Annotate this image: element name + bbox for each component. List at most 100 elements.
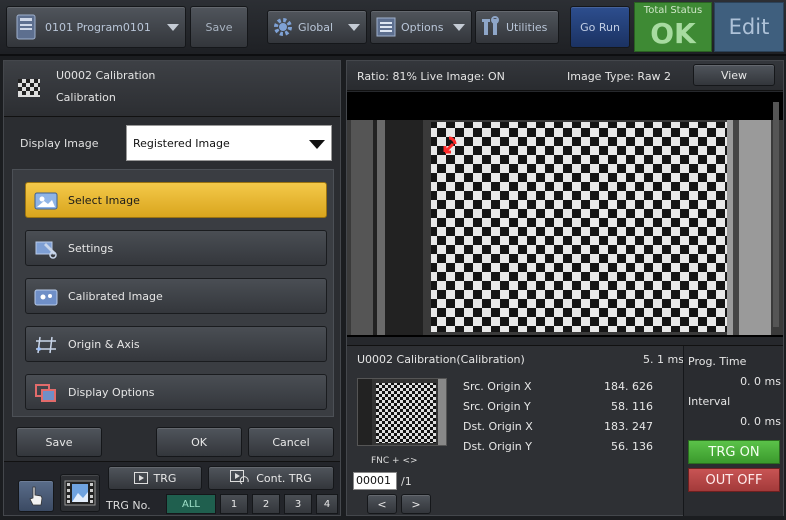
- image-info-bar: Ratio: 81% Live Image: ON Image Type: Ra…: [347, 61, 783, 91]
- program-icon: [16, 14, 36, 40]
- unit-title: U0002 Calibration: [56, 69, 156, 82]
- chevron-down-icon: [348, 24, 360, 31]
- display-options-icon: [35, 384, 56, 402]
- edit-mode-button[interactable]: Edit: [714, 2, 784, 52]
- origin-axis-button[interactable]: Origin & Axis: [25, 326, 327, 362]
- ratio-live-status: Ratio: 81% Live Image: ON: [357, 70, 505, 83]
- result-thumbnail[interactable]: [357, 378, 447, 446]
- view-button[interactable]: View: [693, 64, 775, 86]
- select-image-icon: [34, 192, 58, 210]
- trigger-label: TRG: [153, 471, 177, 485]
- hand-pointer-icon: [29, 486, 43, 506]
- result-table: Src. Origin X 184. 626 Src. Origin Y 58.…: [463, 378, 653, 458]
- result-value: 56. 136: [611, 440, 653, 453]
- list-icon: [376, 17, 396, 37]
- display-image-value: Registered Image: [133, 136, 230, 150]
- settings-icon: [35, 241, 57, 259]
- result-row: Src. Origin Y 58. 116: [463, 398, 653, 418]
- continuous-trigger-button[interactable]: Cont. TRG: [208, 466, 334, 490]
- fnc-number-input[interactable]: 00001: [353, 472, 397, 490]
- continuous-trigger-label: Cont. TRG: [256, 471, 312, 485]
- checkerboard-icon: [18, 79, 40, 97]
- trigger-button[interactable]: TRG: [108, 466, 202, 490]
- result-row: Src. Origin X 184. 626: [463, 378, 653, 398]
- touch-mode-button[interactable]: [18, 480, 54, 512]
- select-image-button[interactable]: Select Image: [25, 182, 327, 218]
- interval-value: 0. 0 ms: [740, 415, 781, 428]
- display-image-label: Display Image: [20, 137, 99, 150]
- trg-on-button[interactable]: TRG ON: [688, 440, 780, 464]
- interval-label: Interval: [688, 395, 731, 408]
- repeat-play-icon: [230, 470, 249, 485]
- origin-axis-icon: [36, 336, 56, 354]
- trigger-number-label: TRG No.: [106, 499, 151, 512]
- settings-button[interactable]: Settings: [25, 230, 327, 266]
- fnc-label: FNC + <>: [371, 456, 418, 466]
- play-icon: [133, 472, 148, 484]
- out-off-button[interactable]: OUT OFF: [688, 468, 780, 492]
- unit-subtitle: Calibration: [56, 91, 116, 104]
- camera-image-viewer[interactable]: [347, 92, 783, 337]
- top-toolbar: 0101 Program0101 Save Global Options Uti…: [0, 0, 786, 56]
- camera-image: [347, 92, 783, 337]
- select-image-label: Select Image: [68, 193, 140, 207]
- save-button[interactable]: Save: [16, 427, 102, 457]
- display-options-label: Display Options: [68, 385, 155, 399]
- result-row: Dst. Origin Y 56. 136: [463, 438, 653, 458]
- thumbnail-image: [358, 379, 446, 445]
- go-run-button[interactable]: Go Run: [570, 6, 630, 48]
- result-name: Dst. Origin X: [463, 420, 533, 433]
- fnc-total: /1: [401, 475, 412, 488]
- utilities-menu-button[interactable]: Utilities: [475, 10, 559, 44]
- options-label: Options: [401, 20, 444, 34]
- prog-time-label: Prog. Time: [688, 355, 747, 368]
- trigger-number-all[interactable]: ALL: [166, 494, 216, 514]
- result-value: 183. 247: [604, 420, 653, 433]
- settings-panel: U0002 Calibration Calibration Display Im…: [3, 60, 341, 516]
- prog-time-value: 0. 0 ms: [740, 375, 781, 388]
- trigger-number-4[interactable]: 4: [316, 494, 338, 514]
- result-value: 58. 116: [611, 400, 653, 413]
- chevron-down-icon: [309, 140, 325, 149]
- total-status-label: Total Status: [643, 5, 703, 16]
- gear-icon: [274, 18, 292, 36]
- image-view-button[interactable]: [60, 474, 100, 512]
- result-row: Dst. Origin X 183. 247: [463, 418, 653, 438]
- next-button[interactable]: >: [401, 494, 431, 514]
- ok-button[interactable]: OK: [156, 427, 242, 457]
- utilities-label: Utilities: [506, 20, 548, 34]
- save-program-button[interactable]: Save: [190, 6, 248, 48]
- image-type-status: Image Type: Raw 2: [567, 70, 672, 83]
- trigger-bar: TRG Cont. TRG TRG No. ALL 1 2 3 4: [4, 461, 340, 515]
- image-panel: Ratio: 81% Live Image: ON Image Type: Ra…: [346, 60, 784, 516]
- calibration-menu: Select Image Settings Calibrated Image O…: [12, 169, 334, 417]
- result-processing-time: 5. 1 ms: [643, 353, 684, 366]
- result-name: Src. Origin Y: [463, 400, 531, 413]
- result-name: Dst. Origin Y: [463, 440, 532, 453]
- calibrated-image-button[interactable]: Calibrated Image: [25, 278, 327, 314]
- global-menu-button[interactable]: Global: [267, 10, 367, 44]
- result-title: U0002 Calibration(Calibration): [357, 353, 525, 366]
- program-select[interactable]: 0101 Program0101: [6, 6, 186, 48]
- result-area: U0002 Calibration(Calibration) 5. 1 ms F…: [347, 345, 783, 516]
- result-value: 184. 626: [604, 380, 653, 393]
- calibrated-image-label: Calibrated Image: [68, 289, 163, 303]
- display-image-select[interactable]: Registered Image: [126, 125, 332, 161]
- trigger-number-1[interactable]: 1: [220, 494, 248, 514]
- options-menu-button[interactable]: Options: [370, 10, 472, 44]
- tools-icon: [482, 16, 499, 35]
- calibrated-image-icon: [34, 289, 58, 306]
- chevron-down-icon: [167, 24, 179, 31]
- trigger-number-3[interactable]: 3: [284, 494, 312, 514]
- cancel-button[interactable]: Cancel: [248, 427, 334, 457]
- origin-axis-label: Origin & Axis: [68, 337, 140, 351]
- result-name: Src. Origin X: [463, 380, 532, 393]
- unit-header: U0002 Calibration Calibration: [4, 61, 340, 117]
- program-label: 0101 Program0101: [45, 20, 151, 34]
- display-options-button[interactable]: Display Options: [25, 374, 327, 410]
- total-status-indicator: Total Status OK: [634, 2, 712, 52]
- global-label: Global: [298, 20, 334, 34]
- previous-button[interactable]: <: [367, 494, 397, 514]
- trigger-number-2[interactable]: 2: [252, 494, 280, 514]
- program-timing-area: Prog. Time 0. 0 ms Interval 0. 0 ms TRG …: [683, 346, 783, 516]
